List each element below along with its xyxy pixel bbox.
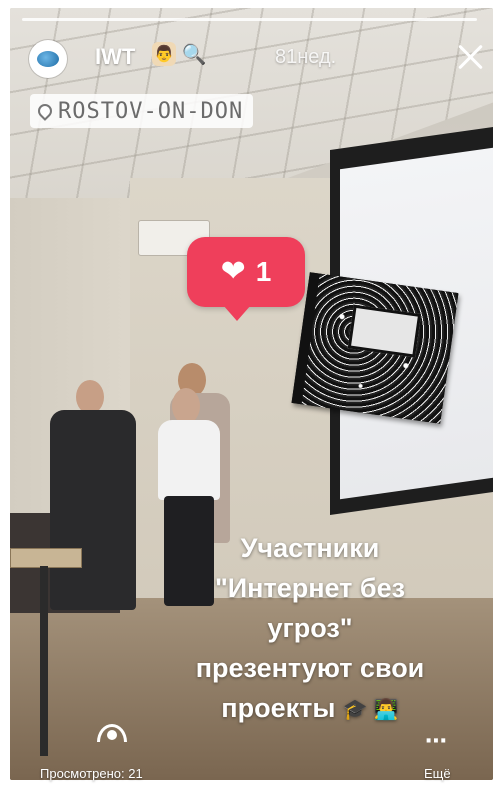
- story-progress-bar: [22, 18, 477, 21]
- desk-wood-image: [10, 548, 82, 568]
- person-emoji-icon: 👨: [152, 42, 176, 66]
- location-pin-icon: [35, 101, 55, 121]
- caption-line-last: проекты 🎓 👨‍💻: [150, 688, 470, 730]
- like-count: 1: [255, 256, 272, 287]
- caption-line: "Интернет без: [214, 573, 406, 603]
- views-count[interactable]: Просмотрено: 21: [40, 766, 143, 781]
- viewers-eye-icon[interactable]: [97, 722, 127, 744]
- caption-line: угроз": [267, 613, 353, 643]
- location-sticker[interactable]: ROSTOV-ON-DON: [30, 94, 254, 128]
- caption-emojis: 🎓 👨‍💻: [343, 690, 399, 730]
- username-emojis: 😎 👨 🔍: [152, 42, 206, 66]
- desk-leg-image: [40, 566, 48, 756]
- eye-pupil-icon: [107, 730, 117, 740]
- notebook-label-icon: [347, 304, 422, 358]
- person-laptop-emoji-icon: 👨‍💻: [373, 698, 399, 721]
- story-caption: Участники "Интернет без угроз" презентую…: [150, 528, 470, 730]
- more-dots-icon[interactable]: ⋯: [425, 728, 448, 754]
- username[interactable]: IWT: [95, 44, 135, 70]
- heart-icon: ❤: [220, 255, 246, 288]
- avatar[interactable]: [29, 40, 67, 78]
- close-icon[interactable]: [456, 43, 484, 71]
- caption-line: презентуют свои: [195, 653, 425, 683]
- location-label: ROSTOV-ON-DON: [58, 98, 244, 124]
- caption-line: проекты: [221, 693, 336, 723]
- caption-line: Участники: [240, 533, 380, 563]
- notebook-sticker-icon: [291, 272, 459, 424]
- profile-logo-icon: [37, 51, 59, 67]
- more-button[interactable]: Ещё: [424, 766, 451, 781]
- like-sticker: ❤ 1: [187, 237, 305, 321]
- graduation-cap-emoji-icon: 🎓: [342, 698, 368, 721]
- magnifier-emoji-icon: 🔍: [181, 43, 207, 66]
- time-ago: 81нед.: [275, 46, 337, 68]
